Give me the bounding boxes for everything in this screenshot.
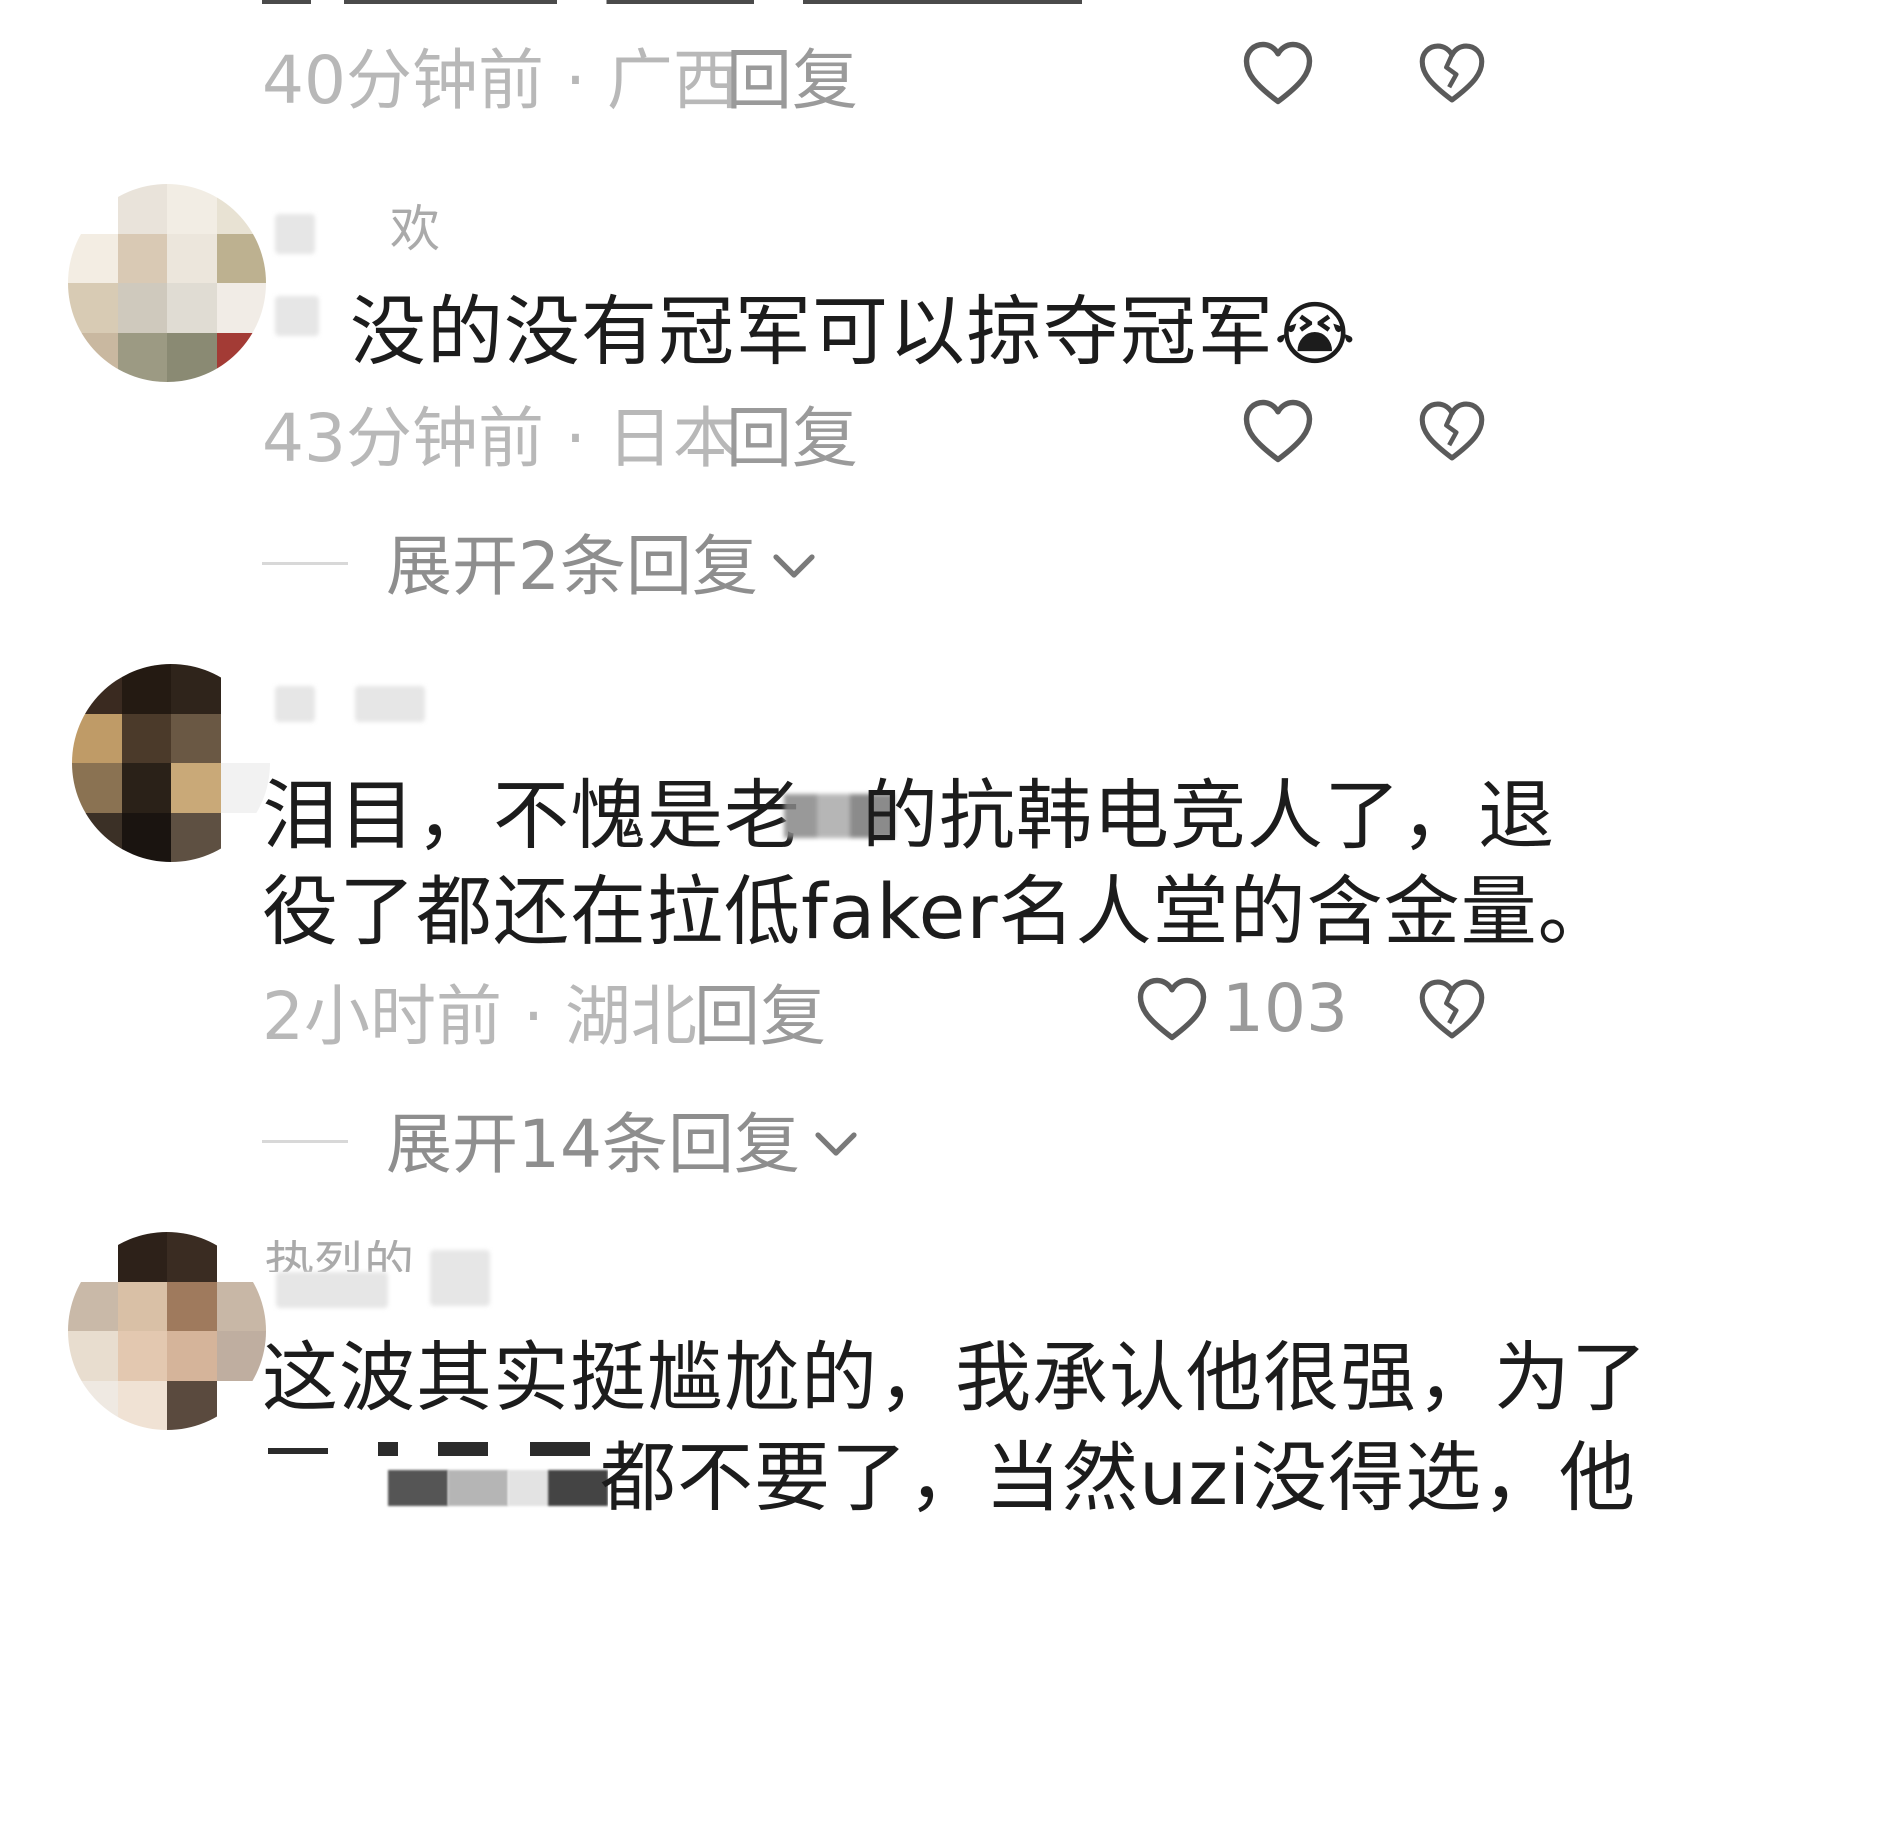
expand-replies-label: 展开2条回复 — [386, 528, 758, 605]
text-redacted — [268, 1440, 608, 1510]
broken-heart-icon — [1419, 43, 1485, 103]
reply-button[interactable]: 回复 — [726, 48, 858, 114]
like-button[interactable] — [1242, 40, 1314, 106]
like-button[interactable]: 103 — [1136, 976, 1348, 1042]
dislike-button[interactable] — [1418, 398, 1486, 464]
chevron-down-icon — [815, 1132, 857, 1156]
like-count: 103 — [1222, 970, 1348, 1047]
avatar[interactable] — [68, 1232, 266, 1430]
dislike-button[interactable] — [1418, 976, 1486, 1042]
text-redacted — [275, 296, 319, 336]
comment-text-line1: 这波其实挺尴尬的，我承认他很强，为了 — [262, 1333, 1648, 1422]
comment-meta: 43分钟前 · 日本 — [262, 400, 739, 477]
expand-replies-button[interactable]: 展开14条回复 — [386, 1112, 858, 1178]
comment-text-line1a: 泪目，不愧是老 — [262, 771, 801, 860]
username[interactable]: 热烈的 — [264, 1240, 414, 1272]
username-redacted — [276, 1272, 388, 1308]
expand-replies-label: 展开14条回复 — [386, 1106, 800, 1183]
expand-divider — [262, 562, 348, 565]
username-redacted — [275, 686, 315, 722]
username[interactable]: 欢 — [390, 204, 440, 254]
reply-button[interactable]: 回复 — [694, 984, 826, 1050]
reply-button[interactable]: 回复 — [726, 406, 858, 472]
avatar[interactable] — [72, 664, 270, 862]
avatar[interactable] — [68, 184, 266, 382]
username-redacted — [355, 686, 425, 722]
like-button[interactable] — [1242, 398, 1314, 464]
expand-divider — [262, 1140, 348, 1143]
heart-outline-icon — [1137, 977, 1207, 1041]
username-redacted — [430, 1250, 490, 1306]
partial-comment-text-top — [262, 0, 1082, 6]
broken-heart-icon — [1419, 401, 1485, 461]
username-redacted — [275, 214, 315, 254]
comment-meta: 40分钟前 · 广西 — [262, 42, 739, 119]
heart-outline-icon — [1243, 399, 1313, 463]
comment-text-line2: 都不要了，当然uzi没得选，他 — [600, 1433, 1637, 1522]
expand-replies-button[interactable]: 展开2条回复 — [386, 534, 816, 600]
crying-emoji-icon: 😭 — [1274, 293, 1357, 375]
chevron-down-icon — [773, 554, 815, 578]
comment-text-line1b: 的抗韩电竞人了，退 — [862, 771, 1555, 860]
heart-outline-icon — [1243, 41, 1313, 105]
comment-meta: 2小时前 · 湖北 — [262, 978, 697, 1055]
comment-text-line2: 役了都还在拉低faker名人堂的含金量。 — [262, 867, 1615, 956]
comment-text: 没的没有冠军可以掠夺冠军😭 — [350, 287, 1357, 376]
broken-heart-icon — [1419, 979, 1485, 1039]
dislike-button[interactable] — [1418, 40, 1486, 106]
